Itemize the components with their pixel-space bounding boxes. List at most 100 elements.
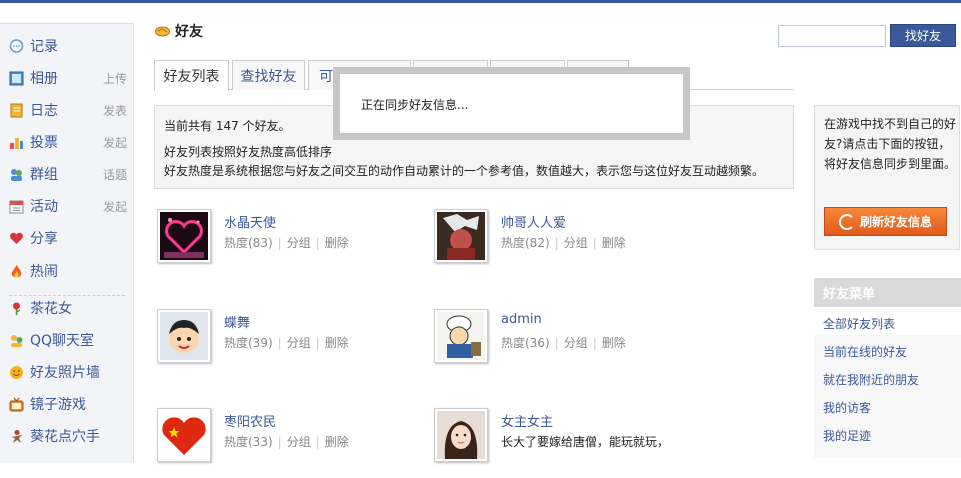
sidebar-item-album[interactable]: 相册 上传 bbox=[9, 66, 127, 90]
friend-menu-title: 好友菜单 bbox=[814, 278, 961, 307]
flag-heart-avatar-image bbox=[162, 417, 206, 455]
friend-name-link[interactable]: 女主女主 bbox=[501, 411, 553, 430]
menu-my-footprints[interactable]: 我的足迹 bbox=[823, 427, 871, 444]
sidebar-item-label: 分享 bbox=[30, 231, 58, 247]
menu-nearby-friends[interactable]: 就在我附近的朋友 bbox=[823, 371, 919, 388]
sidebar-app-pressure-point[interactable]: 葵花点穴手 bbox=[9, 424, 127, 448]
friend-heat: 热度(83) bbox=[224, 236, 273, 250]
find-friend-button[interactable]: 找好友 bbox=[890, 24, 956, 47]
sidebar-item-poll[interactable]: 投票 发起 bbox=[9, 130, 127, 154]
menu-all-friends[interactable]: 全部好友列表 bbox=[823, 315, 895, 332]
friend-search-input[interactable] bbox=[778, 25, 886, 47]
sidebar-item-hot[interactable]: 热闹 bbox=[9, 259, 127, 283]
friend-name-link[interactable]: 水晶天使 bbox=[224, 212, 276, 231]
topic-link[interactable]: 话题 bbox=[103, 166, 127, 183]
sidebar-item-label: 记录 bbox=[30, 39, 58, 55]
cartoon-boy-avatar-image bbox=[169, 320, 199, 353]
page-title: 好友 bbox=[155, 21, 203, 41]
friend-avatar[interactable] bbox=[157, 309, 211, 363]
sidebar-item-label: 热闹 bbox=[30, 264, 58, 280]
photo-icon bbox=[9, 71, 24, 86]
sidebar-app-mirror-game[interactable]: 镜子游戏 bbox=[9, 392, 127, 416]
friend-heat: 热度(33) bbox=[224, 435, 273, 449]
fire-icon bbox=[9, 264, 24, 279]
smiley-icon bbox=[9, 365, 24, 380]
upload-link[interactable]: 上传 bbox=[103, 70, 127, 87]
sidebar-item-groups[interactable]: 群组 话题 bbox=[9, 162, 127, 186]
sidebar-item-label: 投票 bbox=[30, 135, 58, 151]
menu-my-visitors[interactable]: 我的访客 bbox=[823, 399, 871, 416]
top-bar bbox=[0, 0, 961, 3]
friend-meta: 热度(33) | 分组 | 删除 bbox=[224, 435, 349, 449]
friend-name-link[interactable]: 帅哥人人爱 bbox=[501, 212, 566, 231]
chat-users-icon bbox=[9, 333, 24, 348]
friend-menu: 好友菜单 全部好友列表 当前在线的好友 就在我附近的朋友 我的访客 我的足迹 bbox=[814, 278, 961, 458]
friend-group-link[interactable]: 分组 bbox=[287, 336, 311, 350]
friend-card: 水晶天使 热度(83) | 分组 | 删除 bbox=[157, 209, 417, 279]
friend-card: admin 热度(36) | 分组 | 删除 bbox=[434, 309, 694, 379]
flower-icon bbox=[9, 301, 24, 316]
friend-delete-link[interactable]: 删除 bbox=[325, 336, 349, 350]
friend-group-link[interactable]: 分组 bbox=[564, 336, 588, 350]
tab-friend-list[interactable]: 好友列表 bbox=[154, 60, 229, 91]
sidebar-item-records[interactable]: 记录 bbox=[9, 34, 127, 58]
menu-online-friends[interactable]: 当前在线的好友 bbox=[823, 343, 907, 360]
notebook-icon bbox=[9, 103, 24, 118]
tab-find-friends[interactable]: 查找好友 bbox=[232, 60, 305, 90]
friend-delete-link[interactable]: 删除 bbox=[325, 236, 349, 250]
page-title-text: 好友 bbox=[175, 24, 203, 40]
sidebar-app-label: 茶花女 bbox=[30, 301, 72, 317]
friend-name-link[interactable]: admin bbox=[501, 312, 542, 327]
sidebar-item-label: 相册 bbox=[30, 71, 58, 87]
fighter-icon bbox=[9, 429, 24, 444]
heart-avatar-image bbox=[164, 218, 204, 258]
friend-avatar[interactable] bbox=[434, 209, 488, 263]
start-event-link[interactable]: 发起 bbox=[103, 198, 127, 215]
sidebar-item-blog[interactable]: 日志 发表 bbox=[9, 98, 127, 122]
post-link[interactable]: 发表 bbox=[103, 102, 127, 119]
tv-game-icon bbox=[9, 397, 24, 412]
friend-meta: 热度(39) | 分组 | 删除 bbox=[224, 336, 349, 350]
sort-note: 好友列表按照好友热度高低排序 bbox=[164, 145, 333, 159]
friend-card: 枣阳农民 热度(33) | 分组 | 删除 bbox=[157, 408, 417, 478]
sync-progress-text: 正在同步好友信息... bbox=[361, 98, 469, 112]
friend-card: 蝶舞 热度(39) | 分组 | 删除 bbox=[157, 309, 417, 379]
sidebar-app-label: 镜子游戏 bbox=[30, 397, 86, 413]
refresh-friends-button[interactable]: 刷新好友信息 bbox=[824, 207, 947, 236]
speech-bubble-icon bbox=[9, 38, 24, 54]
sync-progress-dialog: 正在同步好友信息... bbox=[333, 67, 690, 140]
sync-friends-box: 在游戏中找不到自己的好友?请点击下面的按钮，将好友信息同步到里面。 刷新好友信息 bbox=[814, 105, 960, 250]
friend-avatar[interactable] bbox=[434, 309, 488, 363]
friend-heat: 热度(82) bbox=[501, 236, 550, 250]
sidebar-item-share[interactable]: 分享 bbox=[9, 226, 127, 250]
group-icon bbox=[9, 167, 24, 182]
sidebar-app-label: 葵花点穴手 bbox=[30, 429, 100, 445]
friend-delete-link[interactable]: 删除 bbox=[602, 336, 626, 350]
friend-group-link[interactable]: 分组 bbox=[564, 236, 588, 250]
friend-delete-link[interactable]: 删除 bbox=[602, 236, 626, 250]
friend-heat: 热度(39) bbox=[224, 336, 273, 350]
sidebar-item-events[interactable]: 活动 发起 bbox=[9, 194, 127, 218]
friend-meta: 热度(83) | 分组 | 删除 bbox=[224, 236, 349, 250]
friend-group-link[interactable]: 分组 bbox=[287, 236, 311, 250]
friend-meta: 热度(82) | 分组 | 删除 bbox=[501, 236, 626, 250]
friend-name-link[interactable]: 枣阳农民 bbox=[224, 411, 276, 430]
friend-status-text: 长大了要嫁给唐僧，能玩就玩， bbox=[501, 435, 670, 449]
heat-explanation: 好友热度是系统根据您与好友之间交互的动作自动累计的一个参考值，数值越大，表示您与… bbox=[164, 164, 765, 178]
sidebar-item-label: 群组 bbox=[30, 167, 58, 183]
sync-instructions: 在游戏中找不到自己的好友?请点击下面的按钮，将好友信息同步到里面。 bbox=[824, 117, 957, 171]
sidebar-app-photo-wall[interactable]: 好友照片墙 bbox=[9, 360, 127, 384]
friend-avatar[interactable] bbox=[157, 209, 211, 263]
friend-name-link[interactable]: 蝶舞 bbox=[224, 312, 250, 331]
start-poll-link[interactable]: 发起 bbox=[103, 134, 127, 151]
friend-delete-link[interactable]: 删除 bbox=[325, 435, 349, 449]
handshake-icon bbox=[155, 26, 170, 37]
sidebar-app-camellia[interactable]: 茶花女 bbox=[9, 296, 127, 320]
refresh-friends-label: 刷新好友信息 bbox=[859, 215, 932, 229]
friend-group-link[interactable]: 分组 bbox=[287, 435, 311, 449]
friend-heat: 热度(36) bbox=[501, 336, 550, 350]
bar-chart-icon bbox=[9, 135, 24, 150]
sidebar-app-qq-chat[interactable]: QQ聊天室 bbox=[9, 328, 127, 352]
sidebar-app-label: QQ聊天室 bbox=[30, 333, 95, 349]
friend-count-text: 当前共有 147 个好友。 bbox=[164, 119, 291, 133]
